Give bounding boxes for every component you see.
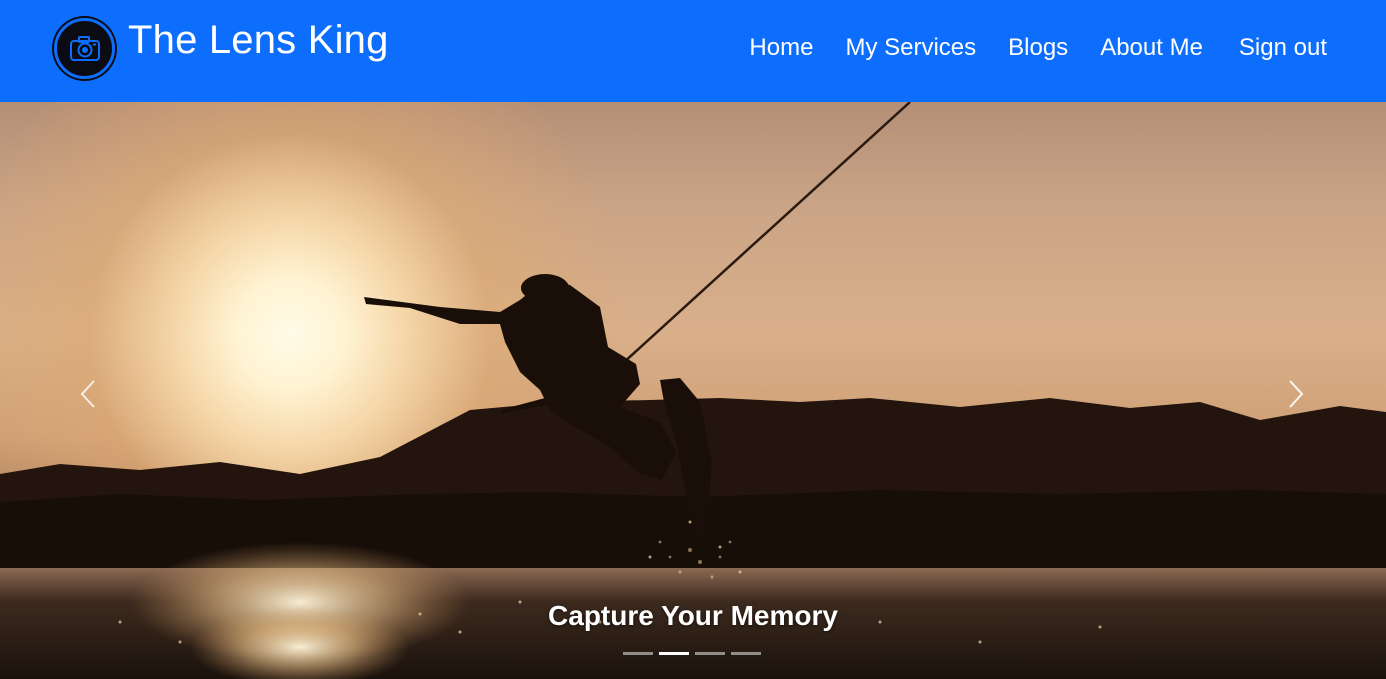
carousel-indicator[interactable]: [623, 652, 653, 655]
hero-image: [0, 102, 1386, 679]
nav-sign-out[interactable]: Sign out: [1239, 34, 1327, 62]
chevron-left-icon: [80, 380, 95, 408]
brand-title[interactable]: The Lens King: [128, 18, 389, 63]
carousel-indicator-active[interactable]: [659, 652, 689, 655]
main-nav: Home My Services Blogs About Me Sign out: [717, 34, 1327, 62]
brand[interactable]: The Lens King: [54, 18, 388, 79]
nav-home[interactable]: Home: [749, 34, 813, 62]
carousel-indicator[interactable]: [695, 652, 725, 655]
nav-about-me[interactable]: About Me: [1100, 34, 1203, 62]
carousel-prev-button[interactable]: [68, 374, 108, 414]
nav-my-services[interactable]: My Services: [845, 34, 976, 62]
carousel-caption: Capture Your Memory: [548, 600, 838, 631]
nav-blogs[interactable]: Blogs: [1008, 34, 1068, 62]
chevron-right-icon: [1289, 380, 1304, 408]
camera-icon[interactable]: [54, 18, 115, 79]
carousel-indicator[interactable]: [731, 652, 761, 655]
navbar: The Lens King Home My Services Blogs Abo…: [0, 0, 1386, 102]
carousel-next-button[interactable]: [1276, 374, 1316, 414]
hero-carousel: Capture Your Memory: [0, 102, 1386, 679]
carousel-indicators: [623, 652, 761, 655]
